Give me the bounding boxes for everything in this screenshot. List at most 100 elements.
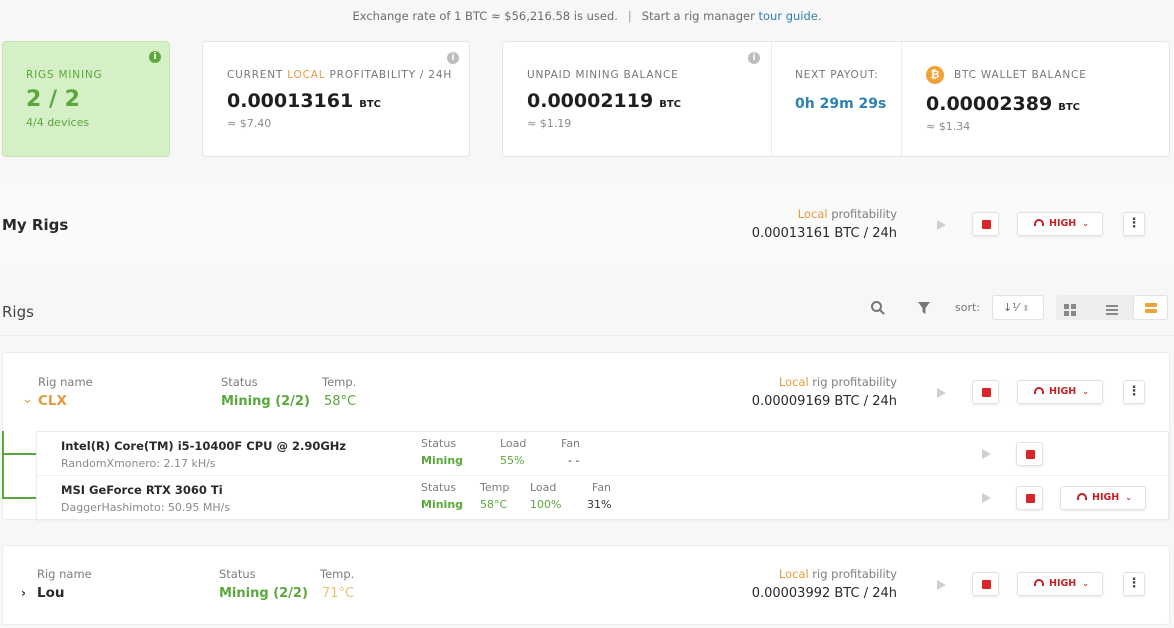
filter-icon[interactable] (917, 300, 931, 314)
rig-status-label: Status (221, 375, 258, 389)
device-name: Intel(R) Core(TM) i5-10400F CPU @ 2.90GH… (61, 439, 347, 453)
start-rig-button[interactable] (934, 578, 948, 592)
device-status-label: Status (421, 481, 457, 494)
divider (901, 42, 902, 156)
unpaid-balance-usd: ≈ $1.19 (527, 117, 572, 130)
chevron-down-icon: ⌄ (1082, 579, 1089, 588)
gauge-icon (1034, 219, 1044, 226)
device-status: Mining (421, 498, 464, 511)
info-icon[interactable]: i (447, 52, 459, 64)
tree-connector (2, 453, 36, 455)
rig-status: Mining (2/2) (219, 586, 308, 601)
rig-name[interactable]: CLX (38, 393, 67, 409)
local-profitability-label: Local profitability (797, 207, 897, 221)
wallet-balance-label: BTC WALLET BALANCE (954, 69, 1087, 81)
tree-connector (2, 431, 4, 498)
rigs-mining-card: i RIGS MINING 2 / 2 4/4 devices (2, 41, 170, 157)
sort-label: sort: (955, 301, 981, 314)
devices-count: 4/4 devices (26, 116, 90, 129)
rig-profitability-value: 0.00003992 BTC / 24h (751, 586, 897, 601)
device-fan-label: Fan (561, 437, 581, 450)
chevron-down-icon: ⌄ (1082, 219, 1089, 228)
device-name: MSI GeForce RTX 3060 Ti (61, 483, 223, 497)
info-icon[interactable]: i (149, 51, 161, 63)
grid-view-icon[interactable] (1064, 301, 1076, 316)
my-rigs-header: My Rigs Local profitability 0.00013161 B… (0, 185, 1174, 265)
device-load-label: Load (530, 481, 557, 494)
rig-temp-label: Temp. (320, 567, 355, 581)
compact-view-button[interactable] (1133, 295, 1168, 320)
power-mode-dropdown[interactable]: HIGH ⌄ (1017, 212, 1103, 236)
rigs-title: Rigs (2, 303, 34, 321)
rig-more-button[interactable] (1123, 572, 1145, 596)
device-temp: 58°C (480, 498, 508, 511)
rig-name[interactable]: Lou (37, 585, 65, 601)
rigs-mining-label: RIGS MINING (26, 69, 103, 81)
my-rigs-title: My Rigs (2, 216, 69, 234)
profitability-value: 0.00013161 BTC (227, 90, 381, 112)
start-rig-button[interactable] (934, 386, 948, 400)
device-status-label: Status (421, 437, 457, 450)
more-menu-button[interactable] (1123, 212, 1145, 236)
gauge-icon (1077, 493, 1087, 500)
rig-profitability-label: Local rig profitability (778, 567, 897, 581)
chevron-down-icon: ⌄ (1125, 493, 1132, 502)
device-algo: DaggerHashimoto: 50.95 MH/s (61, 501, 231, 514)
start-all-button[interactable] (934, 218, 948, 232)
rig-temp: 71°C (322, 586, 355, 601)
stop-rig-button[interactable] (972, 572, 999, 596)
divider (36, 475, 1169, 476)
divider (0, 335, 1174, 336)
unpaid-balance-value: 0.00002119 BTC (527, 90, 681, 112)
stop-device-button[interactable] (1016, 486, 1043, 510)
rig-name-label: Rig name (38, 375, 93, 389)
list-view-icon[interactable] (1106, 301, 1118, 315)
tree-connector (2, 497, 36, 499)
compact-view-icon (1145, 303, 1157, 313)
device-power-dropdown[interactable]: HIGH ⌄ (1060, 486, 1146, 510)
tour-guide-link[interactable]: tour guide (758, 9, 817, 23)
divider (771, 42, 772, 156)
rig-more-button[interactable] (1123, 380, 1145, 404)
device-algo: RandomXmonero: 2.17 kH/s (61, 457, 216, 470)
search-icon[interactable] (870, 300, 886, 316)
device-status: Mining (421, 454, 464, 467)
profitability-usd: ≈ $7.40 (227, 117, 272, 130)
rig-name-label: Rig name (37, 567, 92, 581)
device-fan: - - (568, 454, 580, 467)
unpaid-balance-label: UNPAID MINING BALANCE (527, 69, 679, 81)
sort-select[interactable]: ↓⅟ ⬍ (992, 295, 1044, 320)
device-fan-label: Fan (592, 481, 612, 494)
device-load-label: Load (500, 437, 527, 450)
stop-device-button[interactable] (1016, 442, 1043, 466)
profitability-card: i CURRENT LOCAL PROFITABILITY / 24H 0.00… (202, 41, 470, 157)
tour-prefix: Start a rig manager (641, 9, 755, 23)
rig-status-label: Status (219, 567, 256, 581)
balance-card-group: i UNPAID MINING BALANCE 0.00002119 BTC ≈ … (502, 41, 1170, 157)
start-device-button[interactable] (979, 491, 993, 505)
wallet-balance-value: 0.00002389 BTC (926, 93, 1080, 115)
start-device-button[interactable] (979, 447, 993, 461)
exchange-rate-bar: Exchange rate of 1 BTC ≈ $56,216.58 is u… (352, 9, 822, 23)
rig-profitability-label: Local rig profitability (778, 375, 897, 389)
rig-power-dropdown[interactable]: HIGH ⌄ (1017, 380, 1103, 404)
next-payout-label: NEXT PAYOUT: (795, 69, 879, 81)
wallet-balance-usd: ≈ $1.34 (926, 120, 971, 133)
sort-arrows-icon: ⬍ (1021, 304, 1030, 314)
stop-all-button[interactable] (972, 212, 999, 236)
exchange-rate-text: Exchange rate of 1 BTC ≈ $56,216.58 is u… (352, 9, 618, 23)
rig-temp: 58°C (324, 394, 357, 409)
bitcoin-icon: ₿ (926, 66, 944, 84)
rig-temp-label: Temp. (322, 375, 357, 389)
chevron-down-icon: ⌄ (1082, 387, 1089, 396)
expand-chevron-icon[interactable]: › (21, 586, 26, 600)
info-icon[interactable]: i (748, 52, 760, 64)
device-load: 100% (530, 498, 562, 511)
collapse-chevron-icon[interactable]: ⌄ (22, 392, 33, 407)
local-profitability-value: 0.00013161 BTC / 24h (751, 226, 897, 241)
rig-power-dropdown[interactable]: HIGH ⌄ (1017, 572, 1103, 596)
stop-rig-button[interactable] (972, 380, 999, 404)
rig-profitability-value: 0.00009169 BTC / 24h (751, 394, 897, 409)
sort-order-icon: ↓⅟ (1003, 301, 1019, 314)
next-payout-value: 0h 29m 29s (795, 96, 887, 112)
